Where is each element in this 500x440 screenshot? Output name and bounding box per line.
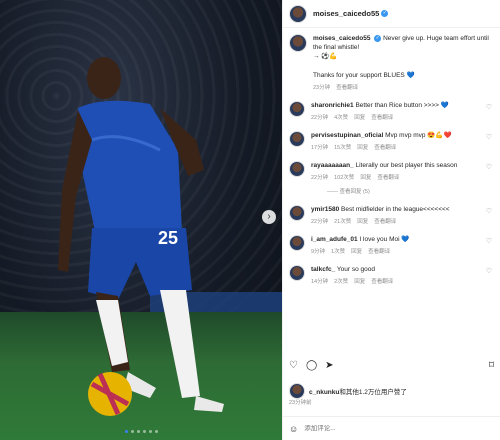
comment-item: sharonrichie1 Better than Rice button >>… <box>289 101 494 121</box>
post-time: 23分钟前 <box>289 400 312 406</box>
caption-translate[interactable]: 查看翻译 <box>336 85 358 91</box>
comment-username[interactable]: sharonrichie1 <box>311 102 354 109</box>
bookmark-icon[interactable]: ⌑ <box>489 360 494 371</box>
post-side-panel: moises_caicedo55 ✓ moises_caicedo55 ✓ Ne… <box>282 0 500 440</box>
caption: moises_caicedo55 ✓ Never give up. Huge t… <box>289 34 494 91</box>
comment-likes[interactable]: 15次赞 <box>334 145 351 151</box>
likes-summary: c_nkunku和其他1.2万位用户赞了 <box>289 383 407 399</box>
translate-button[interactable]: 查看翻译 <box>374 145 396 151</box>
author-username[interactable]: moises_caicedo55 <box>313 9 379 18</box>
carousel-dot <box>124 430 128 433</box>
liker-username[interactable]: c_nkunku <box>309 389 339 396</box>
post-header: moises_caicedo55 ✓ <box>283 0 500 28</box>
comment-time: 9分钟 <box>311 249 326 255</box>
translate-button[interactable]: 查看翻译 <box>374 219 396 225</box>
next-image-chevron-icon[interactable]: › <box>262 210 276 224</box>
heart-icon[interactable]: ♡ <box>486 133 492 141</box>
reply-button[interactable]: 回复 <box>357 145 368 151</box>
comment-text: Mvp mvp mvp 😍💪❤️ <box>385 132 452 139</box>
translate-button[interactable]: 查看翻译 <box>377 175 399 181</box>
comment-input[interactable] <box>304 425 455 432</box>
translate-button[interactable]: 查看翻译 <box>371 115 393 121</box>
comments-list[interactable]: moises_caicedo55 ✓ Never give up. Huge t… <box>283 28 500 354</box>
commenter-avatar[interactable] <box>289 131 305 147</box>
comment-likes[interactable]: 4次赞 <box>334 115 348 121</box>
comment-text: Your so good <box>336 266 375 273</box>
player-figure: 25 <box>58 57 224 416</box>
comment-likes[interactable]: 102次赞 <box>334 175 354 181</box>
post-image[interactable]: 25 › <box>0 0 282 440</box>
heart-icon[interactable]: ♡ <box>289 360 298 371</box>
comment-item: rayaaaaaaan_ Literally our best player t… <box>289 161 494 181</box>
comment-username[interactable]: i_am_adufe_01 <box>311 236 358 243</box>
comment-username[interactable]: ymir1580 <box>311 206 339 213</box>
heart-icon[interactable]: ♡ <box>486 163 492 171</box>
commenter-avatar[interactable] <box>289 101 305 117</box>
commenter-avatar[interactable] <box>289 265 305 281</box>
reply-button[interactable]: 回复 <box>354 279 365 285</box>
comment-time: 22分钟 <box>311 219 329 225</box>
liker-avatar[interactable] <box>289 383 305 399</box>
verified-badge-icon: ✓ <box>374 34 382 42</box>
carousel-dot <box>142 430 146 433</box>
comment-icon[interactable]: ◯ <box>306 360 317 371</box>
carousel-dot <box>136 430 140 433</box>
caption-username[interactable]: moises_caicedo55 <box>313 35 370 42</box>
comment-text: Literally our best player this season <box>355 162 458 169</box>
reply-button[interactable]: 回复 <box>357 219 368 225</box>
commenter-avatar[interactable] <box>289 235 305 251</box>
author-avatar[interactable] <box>289 4 307 23</box>
action-bar: ♡ ◯ ➤ ⌑ <box>283 360 500 371</box>
emoji-icon[interactable]: ☺ <box>289 424 298 434</box>
carousel-dot <box>154 430 158 433</box>
heart-icon[interactable]: ♡ <box>486 103 492 111</box>
heart-icon[interactable]: ♡ <box>486 267 492 275</box>
add-comment-bar: ☺ <box>283 416 500 440</box>
reply-button[interactable]: 回复 <box>351 249 362 255</box>
carousel-dot <box>148 430 152 433</box>
caption-line3: Thanks for your support BLUES 💙 <box>313 72 415 79</box>
commenter-avatar[interactable] <box>289 205 305 221</box>
comment-time: 17分钟 <box>311 145 329 151</box>
likes-count-text[interactable]: 和其他1.2万位用户赞了 <box>339 389 407 396</box>
comment-likes[interactable]: 1次赞 <box>331 249 345 255</box>
comment-time: 22分钟 <box>311 115 329 121</box>
comment-likes[interactable]: 21次赞 <box>334 219 351 225</box>
comment-time: 22分钟 <box>311 175 329 181</box>
caption-line2: → ⚽💪 <box>313 53 338 60</box>
commenter-avatar[interactable] <box>289 161 305 177</box>
share-icon[interactable]: ➤ <box>325 360 333 371</box>
comment-username[interactable]: rayaaaaaaan_ <box>311 162 354 169</box>
carousel-dots <box>0 430 282 433</box>
author-avatar[interactable] <box>289 34 307 52</box>
reply-button[interactable]: 回复 <box>354 115 365 121</box>
comment-text: Better than Rice button >>>> 💙 <box>355 102 449 109</box>
comment-text: Best midfielder in the league<<<<<<< <box>341 206 450 213</box>
verified-badge-icon: ✓ <box>381 10 389 17</box>
comment-text: I love you Moi 💙 <box>359 236 410 243</box>
translate-button[interactable]: 查看翻译 <box>371 279 393 285</box>
heart-icon[interactable]: ♡ <box>486 237 492 245</box>
reply-button[interactable]: 回复 <box>360 175 371 181</box>
instagram-post: 25 › moises_caicedo55 ✓ moises_caicedo55… <box>0 0 500 440</box>
carousel-dot <box>130 430 134 433</box>
comment-item: pervisestupinan_oficial Mvp mvp mvp 😍💪❤️… <box>289 131 494 151</box>
comment-item: i_am_adufe_01 I love you Moi 💙 9分钟 1次赞 回复查… <box>289 235 494 255</box>
svg-text:25: 25 <box>158 228 178 248</box>
heart-icon[interactable]: ♡ <box>486 207 492 215</box>
comment-username[interactable]: pervisestupinan_oficial <box>311 132 383 139</box>
comment-item: talkcfc_ Your so good 14分钟 2次赞 回复 查看翻译 ♡ <box>289 265 494 285</box>
comment-item: ymir1580 Best midfielder in the league<<… <box>289 205 494 225</box>
view-replies-button[interactable]: —— 查看回复 (5) <box>327 187 494 195</box>
comment-username[interactable]: talkcfc_ <box>311 266 335 273</box>
comment-likes[interactable]: 2次赞 <box>334 279 348 285</box>
caption-time: 23分钟 <box>313 85 331 91</box>
translate-button[interactable]: 查看翻译 <box>368 249 390 255</box>
comment-time: 14分钟 <box>311 279 329 285</box>
